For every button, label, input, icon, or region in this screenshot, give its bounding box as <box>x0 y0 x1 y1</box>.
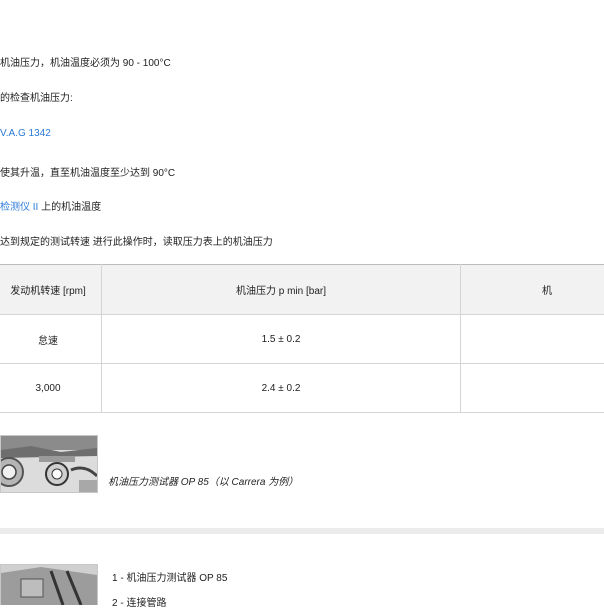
table-row: 3,000 2.4 ± 0.2 <box>0 364 604 413</box>
oil-temp-requirement: 机油压力，机油温度必须为 90 - 100°C <box>0 58 171 70</box>
tester-connection-image[interactable] <box>0 564 98 605</box>
header-oil-pressure: 机油压力 p min [bar] <box>102 265 461 315</box>
connection-photo-icon <box>1 565 97 605</box>
cell-speed: 3,000 <box>0 364 102 413</box>
oil-temp-text: 上的机油温度 <box>41 202 101 213</box>
table-row: 怠速 1.5 ± 0.2 <box>0 315 604 364</box>
legend-item-1: 1 - 机油压力测试器 OP 85 <box>112 569 227 584</box>
warm-up-instruction: 使其升温，直至机油温度至少达到 90°C <box>0 168 175 180</box>
header-engine-speed: 发动机转速 [rpm] <box>0 265 102 315</box>
oil-pressure-table: 发动机转速 [rpm] 机油压力 p min [bar] 机 怠速 1.5 ± … <box>0 264 604 413</box>
cell-third <box>461 364 604 413</box>
figure-caption: 机油压力测试器 OP 85（以 Carrera 为例） <box>108 473 298 488</box>
check-oil-pressure-heading: 的检查机油压力: <box>0 93 73 105</box>
engine-photo-icon <box>1 436 97 492</box>
header-third: 机 <box>461 265 604 315</box>
cell-third <box>461 315 604 364</box>
tester-oil-temp-line: 检测仪 II 上的机油温度 <box>0 202 101 214</box>
legend-item-2: 2 - 连接管路 <box>112 594 166 609</box>
oil-pressure-tester-image[interactable] <box>0 435 98 493</box>
section-divider <box>0 528 604 534</box>
cell-pressure: 2.4 ± 0.2 <box>102 364 461 413</box>
test-speed-instruction: 达到规定的测试转速 进行此操作时，读取压力表上的机油压力 <box>0 237 273 249</box>
cell-speed: 怠速 <box>0 315 102 364</box>
tester-link[interactable]: 检测仪 II <box>0 202 38 213</box>
table-header-row: 发动机转速 [rpm] 机油压力 p min [bar] 机 <box>0 265 604 315</box>
vag-1342-link[interactable]: V.A.G 1342 <box>0 128 51 140</box>
cell-pressure: 1.5 ± 0.2 <box>102 315 461 364</box>
